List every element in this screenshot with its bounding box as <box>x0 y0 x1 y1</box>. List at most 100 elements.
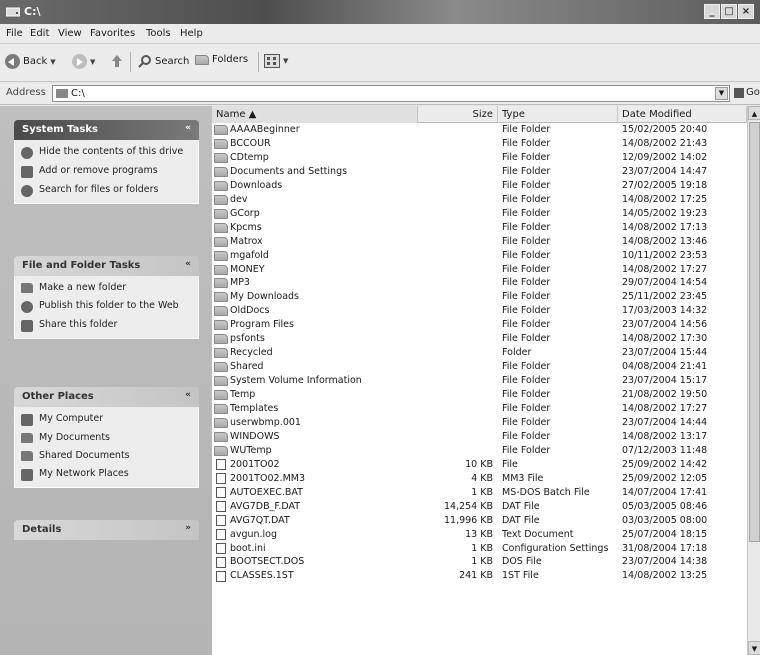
up-folder-button[interactable] <box>110 54 124 68</box>
folder-icon <box>214 138 228 149</box>
my-network-places-link[interactable]: My Network Places <box>21 468 192 481</box>
search-icon <box>138 55 151 68</box>
file-row[interactable]: BCCOUR File Folder 14/08/2002 21:43 <box>212 137 747 151</box>
share-folder-link[interactable]: Share this folder <box>21 319 192 332</box>
file-size: 14,254 KB <box>443 500 493 512</box>
file-row[interactable]: Program Files File Folder 23/07/2004 14:56 <box>212 318 747 332</box>
file-row[interactable]: MONEY File Folder 14/08/2002 17:27 <box>212 263 747 277</box>
file-icon <box>216 556 226 568</box>
go-button[interactable]: Go <box>734 87 760 98</box>
file-row[interactable]: GCorp File Folder 14/05/2002 19:23 <box>212 207 747 221</box>
file-row[interactable]: boot.ini 1 KB Configuration Settings 31/08/… <box>212 542 747 556</box>
search-button[interactable]: Search <box>138 54 189 68</box>
menu-favorites[interactable]: Favorites <box>90 28 135 39</box>
file-row[interactable]: 2001TO02.MM3 4 KB MM3 File 25/09/2002 12:05 <box>212 472 747 486</box>
make-new-folder-link[interactable]: Make a new folder <box>21 282 192 294</box>
my-computer-link[interactable]: My Computer <box>21 413 192 426</box>
file-row[interactable]: MP3 File Folder 29/07/2004 14:54 <box>212 276 747 290</box>
file-row[interactable]: mgafold File Folder 10/11/2002 23:53 <box>212 249 747 263</box>
details-header[interactable]: Details » <box>14 520 199 540</box>
address-dropdown-button[interactable]: ▼ <box>715 87 728 100</box>
my-documents-link[interactable]: My Documents <box>21 432 192 444</box>
file-type: DOS File <box>502 556 542 568</box>
file-row[interactable]: OldDocs File Folder 17/03/2003 14:32 <box>212 304 747 318</box>
file-name: MONEY <box>230 263 265 275</box>
column-size-header[interactable]: Size <box>418 106 498 123</box>
file-row[interactable]: AUTOEXEC.BAT 1 KB MS-DOS Batch File 14/07/2… <box>212 486 747 500</box>
file-row[interactable]: AVG7QT.DAT 11,996 KB DAT File 03/03/2005 08… <box>212 514 747 528</box>
collapse-icon[interactable]: « <box>185 259 191 269</box>
back-button[interactable]: Back ▼ <box>5 54 56 69</box>
file-icon <box>216 487 226 499</box>
file-name-cell: 2001TO02.MM3 <box>214 472 414 486</box>
file-name: mgafold <box>230 249 269 261</box>
file-row[interactable]: System Volume Information File Folder 23/0… <box>212 374 747 388</box>
expand-icon[interactable]: » <box>185 523 191 533</box>
file-date: 14/08/2002 17:30 <box>622 333 708 345</box>
column-type-header[interactable]: Type <box>498 106 618 123</box>
file-row[interactable]: Temp File Folder 21/08/2002 19:50 <box>212 388 747 402</box>
collapse-icon[interactable]: « <box>185 123 191 133</box>
column-name-header[interactable]: Name ▲ <box>212 106 418 123</box>
file-row[interactable]: AVG7DB_F.DAT 14,254 KB DAT File 05/03/2005 … <box>212 500 747 514</box>
folders-button[interactable]: Folders <box>195 54 248 65</box>
file-name-cell: Documents and Settings <box>214 165 414 179</box>
close-button[interactable]: × <box>738 4 754 19</box>
file-row[interactable]: CDtemp File Folder 12/09/2002 14:02 <box>212 151 747 165</box>
file-row[interactable]: Kpcms File Folder 14/08/2002 17:13 <box>212 221 747 235</box>
hide-drive-contents-link[interactable]: Hide the contents of this drive <box>21 146 192 159</box>
file-row[interactable]: AAAABeginner File Folder 15/02/2005 20:40 <box>212 123 747 137</box>
shared-documents-link[interactable]: Shared Documents <box>21 450 192 462</box>
file-name: Matrox <box>230 235 263 247</box>
address-input[interactable]: C:\ ▼ <box>52 85 730 102</box>
menu-view[interactable]: View <box>58 28 82 39</box>
forward-button[interactable]: ▼ <box>72 54 95 69</box>
menu-edit[interactable]: Edit <box>30 28 49 39</box>
other-places-header[interactable]: Other Places « <box>14 387 199 407</box>
scroll-thumb[interactable] <box>749 122 760 542</box>
folder-icon <box>214 390 228 401</box>
file-row[interactable]: CLASSES.1ST 241 KB 1ST File 14/08/2002 13:2… <box>212 569 747 583</box>
file-row[interactable]: Templates File Folder 14/08/2002 17:27 <box>212 402 747 416</box>
menu-help[interactable]: Help <box>180 28 203 39</box>
file-row[interactable]: Matrox File Folder 14/08/2002 13:46 <box>212 235 747 249</box>
search-files-link[interactable]: Search for files or folders <box>21 184 192 197</box>
file-row[interactable]: 2001TO02 10 KB File 25/09/2002 14:42 <box>212 458 747 472</box>
scroll-down-button[interactable]: ▼ <box>748 641 760 655</box>
publish-folder-link[interactable]: Publish this folder to the Web <box>21 300 192 313</box>
file-row[interactable]: dev File Folder 14/08/2002 17:25 <box>212 193 747 207</box>
collapse-icon[interactable]: « <box>185 390 191 400</box>
file-row[interactable]: Shared File Folder 04/08/2004 21:41 <box>212 360 747 374</box>
file-row[interactable]: My Downloads File Folder 25/11/2002 23:45 <box>212 290 747 304</box>
file-row[interactable]: psfonts File Folder 14/08/2002 17:30 <box>212 332 747 346</box>
task-label: Hide the contents of this drive <box>39 146 184 157</box>
scroll-up-button[interactable]: ▲ <box>748 106 760 120</box>
views-button[interactable]: ▼ <box>264 54 288 68</box>
file-type: File Folder <box>502 403 551 414</box>
column-date-header[interactable]: Date Modified <box>618 106 747 123</box>
file-folder-tasks-header[interactable]: File and Folder Tasks « <box>14 256 199 276</box>
vertical-scrollbar[interactable]: ▲ ▼ <box>747 106 760 655</box>
file-type: File Folder <box>502 389 551 401</box>
file-row[interactable]: BOOTSECT.DOS 1 KB DOS File 23/07/2004 14:38 <box>212 555 747 569</box>
file-row[interactable]: avgun.log 13 KB Text Document 25/07/2004 18… <box>212 528 747 542</box>
file-row[interactable]: Recycled Folder 23/07/2004 15:44 <box>212 346 747 360</box>
file-row[interactable]: WUTemp File Folder 07/12/2003 11:48 <box>212 444 747 458</box>
details-panel: Details » <box>14 520 199 540</box>
file-row[interactable]: Downloads File Folder 27/02/2005 19:18 <box>212 179 747 193</box>
system-tasks-header[interactable]: System Tasks « <box>14 120 199 140</box>
maximize-button[interactable]: □ <box>721 4 737 19</box>
file-row[interactable]: WINDOWS File Folder 14/08/2002 13:17 <box>212 430 747 444</box>
file-row[interactable]: userwbmp.001 File Folder 23/07/2004 14:44 <box>212 416 747 430</box>
file-name: MP3 <box>230 277 250 289</box>
minimize-button[interactable]: _ <box>704 4 720 19</box>
file-name: Downloads <box>230 179 283 191</box>
publish-web-icon <box>21 301 33 313</box>
title-bar[interactable]: C:\ _ □ × <box>0 0 760 24</box>
add-remove-programs-link[interactable]: Add or remove programs <box>21 165 192 178</box>
menu-file[interactable]: File <box>6 28 23 39</box>
file-row[interactable]: Documents and Settings File Folder 23/07/2… <box>212 165 747 179</box>
folder-icon <box>214 278 228 289</box>
menu-tools[interactable]: Tools <box>146 28 171 39</box>
file-date: 15/02/2005 20:40 <box>622 124 708 135</box>
